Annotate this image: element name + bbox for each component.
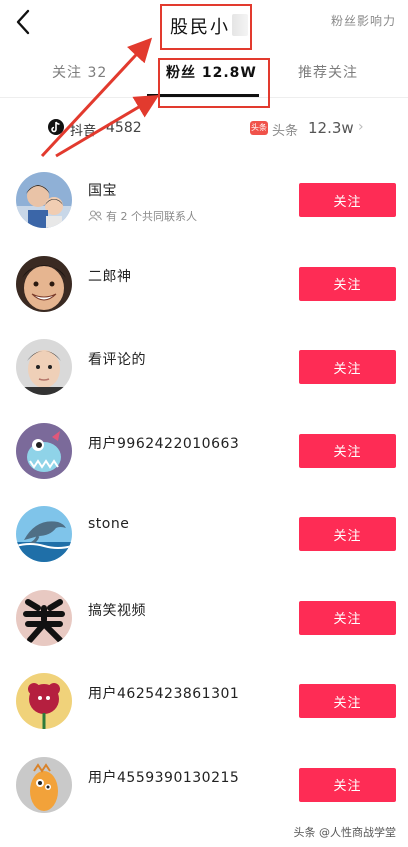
- follow-button[interactable]: 关注: [299, 600, 396, 635]
- list-item[interactable]: 搞笑视频 关注: [0, 576, 408, 660]
- contacts-icon: [88, 210, 102, 221]
- douyin-icon: [48, 119, 64, 135]
- follower-name[interactable]: 用户4559390130215: [88, 767, 239, 787]
- follower-name[interactable]: 二郎神: [88, 266, 132, 286]
- follow-button[interactable]: 关注: [299, 266, 396, 301]
- follower-list: 国宝 有 2 个共同联系人 关注 二郎神 关注 看评论的 关注 用户996242…: [0, 158, 408, 826]
- follower-name[interactable]: stone: [88, 516, 129, 532]
- follower-name[interactable]: 国宝: [88, 180, 117, 200]
- follow-button[interactable]: 关注: [299, 684, 396, 718]
- douyin-label: 抖音: [70, 124, 97, 139]
- chevron-right-icon[interactable]: ›: [358, 119, 364, 135]
- tab-fans-highlight: [158, 58, 270, 108]
- title-blur-mask: [232, 14, 248, 36]
- tab-following[interactable]: 关注 32: [52, 62, 107, 82]
- follow-button[interactable]: 关注: [299, 767, 396, 802]
- follower-name[interactable]: 搞笑视频: [88, 600, 146, 620]
- list-item[interactable]: 用户9962422010663 关注: [0, 409, 408, 493]
- avatar[interactable]: [16, 673, 72, 729]
- follow-button[interactable]: 关注: [299, 517, 396, 551]
- avatar[interactable]: [16, 339, 72, 395]
- follower-name[interactable]: 用户4625423861301: [88, 683, 239, 703]
- list-item[interactable]: 国宝 有 2 个共同联系人 关注: [0, 158, 408, 242]
- avatar[interactable]: [16, 172, 72, 228]
- follower-name[interactable]: 用户9962422010663: [88, 433, 239, 453]
- follower-name[interactable]: 看评论的: [88, 349, 146, 369]
- page-title: 股民小: [170, 17, 230, 38]
- avatar[interactable]: [16, 506, 72, 562]
- avatar[interactable]: [16, 589, 72, 646]
- toutiao-icon: 头条: [250, 121, 268, 135]
- avatar[interactable]: [16, 756, 72, 813]
- avatar[interactable]: [16, 255, 72, 312]
- mutual-contacts-text: 有 2 个共同联系人: [106, 210, 197, 223]
- fans-influence-link[interactable]: 粉丝影响力: [331, 12, 396, 29]
- list-item[interactable]: 用户4559390130215 关注: [0, 743, 408, 827]
- watermark: 头条 @人性商战学堂: [293, 826, 397, 839]
- toutiao-label: 头条: [272, 124, 299, 139]
- avatar[interactable]: [16, 422, 72, 479]
- list-item[interactable]: stone 关注: [0, 492, 408, 576]
- follow-button[interactable]: 关注: [299, 433, 396, 468]
- douyin-fan-count: 4582: [106, 120, 142, 136]
- follow-button[interactable]: 关注: [299, 183, 396, 217]
- list-item[interactable]: 看评论的 关注: [0, 325, 408, 409]
- page-title-highlight: 股民小: [160, 4, 252, 50]
- toutiao-fan-count[interactable]: 12.3w: [308, 119, 354, 137]
- mutual-contacts: 有 2 个共同联系人: [88, 208, 197, 224]
- header-bar: 股民小 粉丝影响力: [0, 0, 408, 50]
- fan-source-row: 抖音 4582 头条 头条 12.3w ›: [0, 110, 408, 150]
- list-item[interactable]: 用户4625423861301 关注: [0, 659, 408, 743]
- follow-button[interactable]: 关注: [299, 350, 396, 384]
- tab-recommended[interactable]: 推荐关注: [298, 62, 358, 82]
- back-icon[interactable]: [12, 8, 36, 36]
- list-item[interactable]: 二郎神 关注: [0, 242, 408, 326]
